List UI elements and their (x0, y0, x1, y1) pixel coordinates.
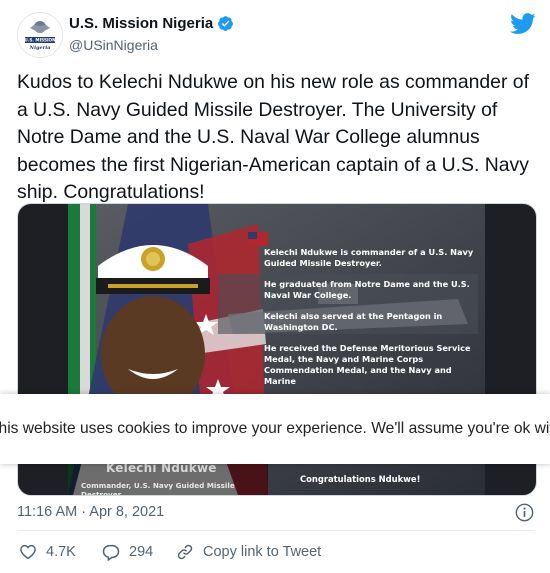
reply-count: 294 (129, 544, 154, 560)
divider (17, 530, 535, 531)
cookie-banner[interactable]: This website uses cookies to improve you… (0, 394, 550, 464)
tweet-timestamp[interactable]: 11:16 AM · Apr 8, 2021 (17, 504, 164, 520)
info-icon[interactable] (515, 503, 534, 522)
media-caption: Kelechi Ndukwe is commander of a U.S. Na… (264, 247, 474, 397)
twitter-bird-icon[interactable] (510, 13, 536, 35)
avatar-label: U.S. MISSION (24, 38, 56, 43)
author-handle[interactable]: @USinNigeria (69, 37, 158, 53)
tweet-text: Kudos to Kelechi Ndukwe on his new role … (17, 71, 529, 203)
reply-icon (102, 544, 120, 561)
heart-icon (20, 544, 36, 560)
media-line: He received the Defense Meritorious Serv… (264, 343, 471, 386)
link-icon (177, 544, 193, 560)
copy-link-button[interactable]: Copy link to Tweet (176, 543, 321, 561)
nameplate-title: Commander, U.S. Navy Guided Missile Dest… (81, 481, 235, 495)
author-name-row[interactable]: U.S. Mission Nigeria (69, 15, 234, 32)
copy-link-label: Copy link to Tweet (203, 544, 322, 560)
cookie-banner-text: This website uses cookies to improve you… (0, 420, 550, 437)
avatar[interactable]: U.S. MISSION Nigeria (17, 12, 63, 58)
like-count: 4.7K (46, 544, 76, 560)
reply-button[interactable]: 294 (102, 543, 153, 561)
tweet-card: U.S. MISSION Nigeria U.S. Mission Nigeri… (0, 0, 550, 573)
media-line: He graduated from Notre Dame and the U.S… (264, 279, 470, 300)
media-congrats: Congratulations Ndukwe! (300, 474, 421, 484)
avatar-sublabel: Nigeria (29, 45, 51, 51)
author-display-name[interactable]: U.S. Mission Nigeria (69, 15, 213, 32)
media-line: Kelechi also served at the Pentagon in W… (264, 311, 443, 332)
like-button[interactable]: 4.7K (19, 543, 76, 561)
media-line: Kelechi Ndukwe is commander of a U.S. Na… (264, 247, 474, 268)
verified-badge-icon (217, 15, 234, 32)
